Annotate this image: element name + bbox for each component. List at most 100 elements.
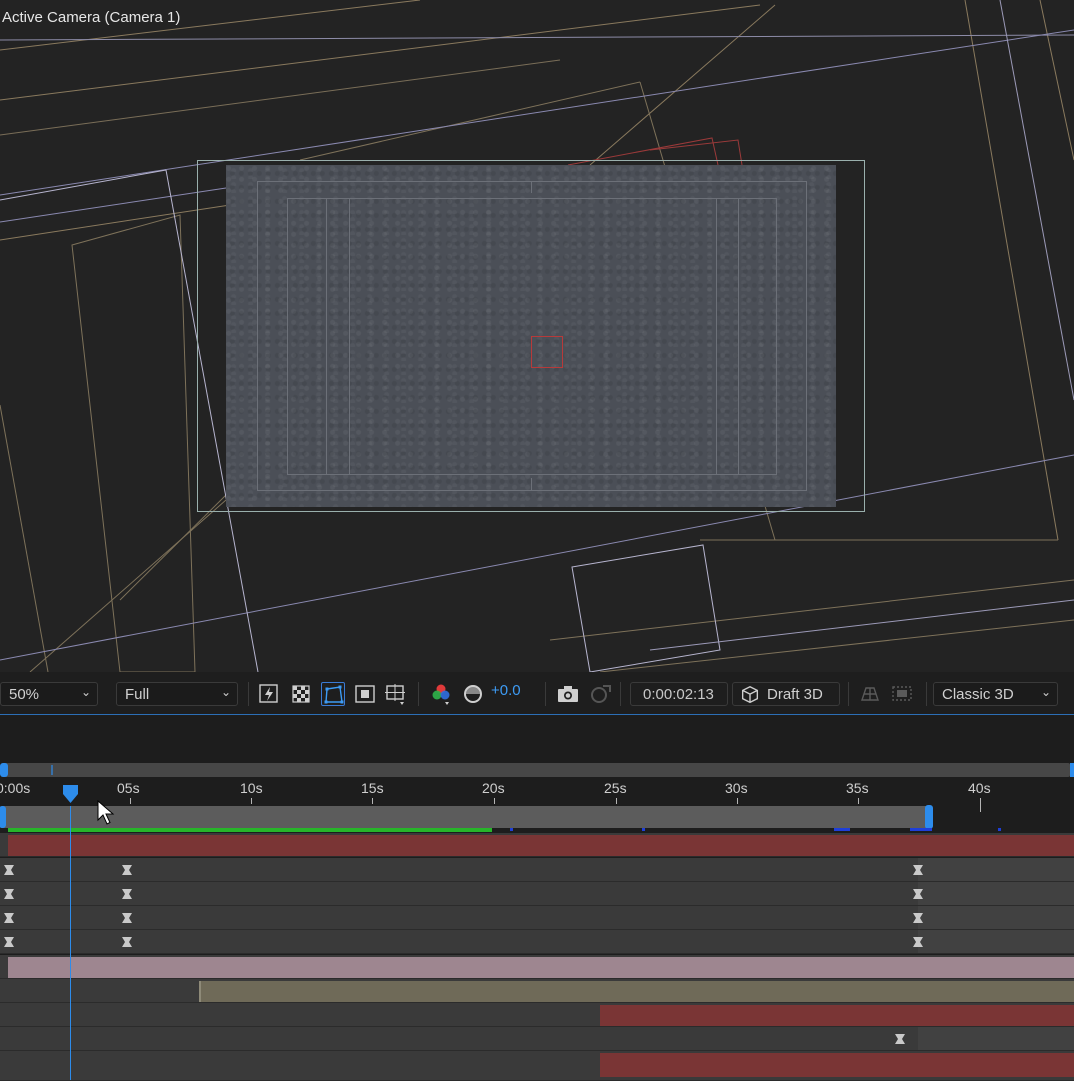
composition-viewer[interactable]: Active Camera (Camera 1) bbox=[0, 0, 1074, 672]
ruler-label: 10s bbox=[240, 780, 263, 796]
layer-row[interactable] bbox=[0, 906, 1074, 930]
layer-row[interactable] bbox=[0, 1051, 1074, 1081]
draft-3d-button[interactable]: Draft 3D bbox=[732, 682, 840, 706]
playhead-icon[interactable] bbox=[62, 784, 79, 804]
cache-indicator bbox=[8, 828, 492, 832]
toolbar-divider bbox=[620, 682, 621, 706]
keyframe-icon[interactable] bbox=[2, 887, 16, 901]
mask-path-icon[interactable] bbox=[321, 682, 345, 706]
work-area-end-handle[interactable] bbox=[925, 805, 933, 829]
cache-marker bbox=[910, 828, 932, 831]
layer-row[interactable] bbox=[0, 930, 1074, 954]
zoom-dropdown[interactable]: 50% ⌄ bbox=[0, 682, 98, 706]
resolution-value: Full bbox=[125, 686, 150, 703]
keyframe-icon[interactable] bbox=[2, 863, 16, 877]
region-of-interest-icon[interactable] bbox=[353, 682, 377, 706]
ruler-tick bbox=[858, 798, 859, 804]
toolbar-divider bbox=[848, 682, 849, 706]
exposure-value[interactable]: +0.0 bbox=[491, 682, 521, 706]
ruler-tick bbox=[130, 798, 131, 804]
keyframe-icon[interactable] bbox=[911, 911, 925, 925]
keyframe-icon[interactable] bbox=[911, 935, 925, 949]
ruler-tick bbox=[737, 798, 738, 804]
grid-guides-icon[interactable] bbox=[384, 682, 408, 706]
show-snapshot-icon[interactable] bbox=[588, 682, 612, 706]
extended-viewer-icon[interactable] bbox=[890, 682, 914, 706]
camera-icon[interactable] bbox=[556, 682, 580, 706]
layer-row[interactable] bbox=[0, 1003, 1074, 1027]
layer-row[interactable] bbox=[0, 882, 1074, 906]
composition-frame bbox=[226, 165, 836, 507]
keyframe-icon[interactable] bbox=[120, 863, 134, 877]
layer-bar[interactable] bbox=[600, 1005, 1074, 1026]
current-time-display[interactable]: 0:00:02:13 bbox=[630, 682, 728, 706]
toolbar-divider bbox=[545, 682, 546, 706]
work-area-bar[interactable] bbox=[0, 805, 933, 829]
layer-bar[interactable] bbox=[199, 981, 1074, 1002]
keyframe-icon[interactable] bbox=[2, 935, 16, 949]
rgb-channels-icon[interactable] bbox=[429, 682, 453, 706]
cache-marker bbox=[834, 828, 850, 831]
renderer-dropdown[interactable]: Classic 3D ⌄ bbox=[933, 682, 1058, 706]
layer-row[interactable] bbox=[0, 833, 1074, 857]
time-navigator-end-handle[interactable] bbox=[1070, 763, 1074, 777]
keyframe-icon[interactable] bbox=[120, 935, 134, 949]
toolbar-divider bbox=[248, 682, 249, 706]
time-navigator-start-handle[interactable] bbox=[0, 763, 8, 777]
work-area-start-handle[interactable] bbox=[0, 806, 6, 828]
ruler-label: 25s bbox=[604, 780, 627, 796]
chevron-down-icon: ⌄ bbox=[220, 685, 231, 699]
time-navigator[interactable] bbox=[0, 763, 1074, 777]
navigator-time-marker bbox=[51, 765, 53, 775]
checkerboard-icon[interactable] bbox=[289, 682, 313, 706]
ruler-label: 40s bbox=[968, 780, 991, 796]
ruler-tick bbox=[494, 798, 495, 804]
renderer-value: Classic 3D bbox=[942, 686, 1014, 703]
ruler-tick bbox=[251, 798, 252, 804]
layer-out-region bbox=[918, 906, 1074, 929]
keyframe-icon[interactable] bbox=[911, 863, 925, 877]
keyframe-icon[interactable] bbox=[893, 1032, 907, 1046]
exposure-icon[interactable] bbox=[461, 682, 485, 706]
layer-bar[interactable] bbox=[8, 835, 1074, 856]
mouse-pointer-icon bbox=[97, 800, 115, 825]
viewer-toolbar: 50% ⌄ Full ⌄ +0.0 0:00:02:13 Draft 3D Cl… bbox=[0, 672, 1074, 715]
lightning-icon[interactable] bbox=[257, 682, 281, 706]
cache-marker bbox=[642, 828, 645, 831]
keyframe-icon[interactable] bbox=[911, 887, 925, 901]
ruler-tick bbox=[372, 798, 373, 804]
ruler-tick bbox=[980, 798, 981, 812]
ruler-label: 35s bbox=[846, 780, 869, 796]
ruler-label: 05s bbox=[117, 780, 140, 796]
toolbar-divider bbox=[926, 682, 927, 706]
layer-bar[interactable] bbox=[600, 1053, 1074, 1077]
cube-icon bbox=[741, 685, 759, 704]
current-time-value: 0:00:02:13 bbox=[643, 686, 714, 703]
viewer-camera-label: Active Camera (Camera 1) bbox=[2, 9, 181, 26]
keyframe-icon[interactable] bbox=[2, 911, 16, 925]
ruler-label: 20s bbox=[482, 780, 505, 796]
toolbar-divider bbox=[418, 682, 419, 706]
resolution-dropdown[interactable]: Full ⌄ bbox=[116, 682, 238, 706]
keyframe-icon[interactable] bbox=[120, 887, 134, 901]
keyframe-icon[interactable] bbox=[120, 911, 134, 925]
layer-row[interactable] bbox=[0, 979, 1074, 1003]
layer-out-region bbox=[918, 858, 1074, 881]
layer-row[interactable] bbox=[0, 858, 1074, 882]
ruler-label: 0:00s bbox=[0, 780, 31, 796]
layer-bar[interactable] bbox=[8, 957, 1074, 978]
chevron-down-icon: ⌄ bbox=[80, 685, 91, 699]
layer-row[interactable] bbox=[0, 1027, 1074, 1051]
ruler-tick bbox=[616, 798, 617, 804]
current-time-indicator-line bbox=[70, 806, 71, 1080]
layer-row[interactable] bbox=[0, 955, 1074, 979]
timeline-panel: 0:00s 05s 10s 15s 20s 25s 30s 35s 40s bbox=[0, 715, 1074, 1081]
chevron-down-icon: ⌄ bbox=[1040, 685, 1051, 699]
draft-3d-label: Draft 3D bbox=[767, 686, 823, 703]
zoom-value: 50% bbox=[9, 686, 40, 703]
ruler-label: 15s bbox=[361, 780, 384, 796]
ground-plane-icon[interactable] bbox=[858, 682, 882, 706]
cache-marker bbox=[998, 828, 1001, 831]
layer-out-region bbox=[918, 882, 1074, 905]
ruler-label: 30s bbox=[725, 780, 748, 796]
